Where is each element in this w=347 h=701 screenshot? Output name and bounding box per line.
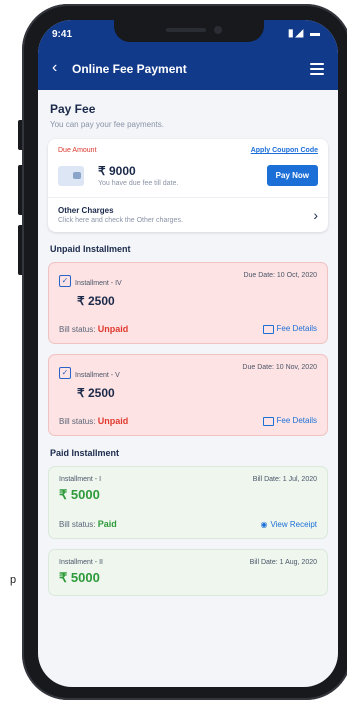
due-amount-note: You have due fee till date.: [98, 180, 179, 187]
card-divider: [48, 197, 328, 198]
installment-name: Installment - IV: [75, 280, 122, 287]
eye-icon: ◉: [260, 519, 268, 529]
other-charges-subtitle: Click here and check the Other charges.: [58, 217, 183, 224]
bill-status-label: Bill status:: [59, 325, 96, 334]
back-arrow-icon[interactable]: ‹: [52, 59, 57, 77]
page-title: Online Fee Payment: [72, 62, 187, 76]
main-content: Pay Fee You can pay your fee payments. D…: [38, 90, 338, 616]
other-charges-row[interactable]: Other Charges Click here and check the O…: [58, 206, 318, 224]
status-badge: Unpaid: [97, 416, 129, 426]
installment-due-date: Due Date: 10 Oct, 2020: [243, 272, 317, 279]
fee-details-link[interactable]: Fee Details: [262, 416, 317, 426]
paid-installment-card[interactable]: Installment - I Bill Date: 1 Jul, 2020 ₹…: [48, 466, 328, 539]
speaker: [166, 28, 206, 32]
bill-status-label: Bill status:: [59, 520, 96, 529]
installment-bill-date: Bill Date: 1 Aug, 2020: [249, 559, 317, 566]
phone-screen: 9:41 ▮◢ ▬ ‹ Online Fee Payment Pay Fee Y…: [38, 20, 338, 687]
checkbox-icon[interactable]: ✓: [59, 366, 71, 379]
pay-fee-subtitle: You can pay your fee payments.: [50, 120, 164, 129]
view-receipt-link[interactable]: ◉ View Receipt: [260, 520, 317, 529]
installment-name: Installment - II: [59, 559, 103, 566]
paid-section-title: Paid Installment: [50, 448, 120, 458]
installment-name: Installment - I: [59, 476, 102, 483]
side-text-fragment: p: [10, 574, 17, 586]
installment-amount: ₹ 5000: [59, 487, 100, 502]
filter-icon[interactable]: [310, 60, 324, 78]
due-amount-card: Due Amount Apply Coupon Code ₹ 9000 You …: [48, 139, 328, 232]
document-icon: [262, 324, 274, 334]
document-icon: [262, 416, 274, 426]
status-bar: 9:41 ▮◢ ▬: [38, 20, 338, 48]
unpaid-installment-card[interactable]: ✓ Installment - V Due Date: 10 Nov, 2020 …: [48, 354, 328, 436]
chevron-right-icon: ›: [313, 207, 318, 223]
status-time: 9:41: [52, 29, 73, 40]
due-amount-label: Due Amount: [58, 147, 97, 154]
pay-now-button[interactable]: Pay Now: [266, 165, 318, 186]
installment-amount: ₹ 5000: [59, 570, 100, 585]
fee-details-link[interactable]: Fee Details: [262, 324, 317, 334]
installment-name: Installment - V: [75, 372, 120, 379]
fee-details-label: Fee Details: [276, 324, 317, 334]
wallet-icon: [58, 165, 84, 186]
checkbox-icon[interactable]: ✓: [59, 274, 71, 287]
app-bar: ‹ Online Fee Payment: [38, 48, 338, 90]
installment-amount: ₹ 2500: [77, 294, 115, 308]
status-badge: Unpaid: [97, 324, 129, 334]
notch: [114, 20, 264, 42]
other-charges-title: Other Charges: [58, 206, 114, 215]
fee-details-label: Fee Details: [276, 416, 317, 426]
installment-due-date: Due Date: 10 Nov, 2020: [242, 364, 317, 371]
unpaid-section-title: Unpaid Installment: [50, 244, 131, 254]
installment-bill-date: Bill Date: 1 Jul, 2020: [252, 476, 317, 483]
pay-fee-title: Pay Fee: [50, 102, 96, 116]
due-amount-value: ₹ 9000: [98, 164, 136, 178]
camera: [214, 26, 222, 34]
view-receipt-label: View Receipt: [270, 519, 317, 529]
bill-status-label: Bill status:: [59, 417, 96, 426]
installment-amount: ₹ 2500: [77, 386, 115, 400]
apply-coupon-link[interactable]: Apply Coupon Code: [251, 147, 318, 154]
paid-installment-card[interactable]: Installment - II Bill Date: 1 Aug, 2020 …: [48, 549, 328, 596]
status-badge: Paid: [97, 519, 117, 529]
status-icons: ▮◢ ▬: [288, 28, 322, 39]
unpaid-installment-card[interactable]: ✓ Installment - IV Due Date: 10 Oct, 2020…: [48, 262, 328, 344]
